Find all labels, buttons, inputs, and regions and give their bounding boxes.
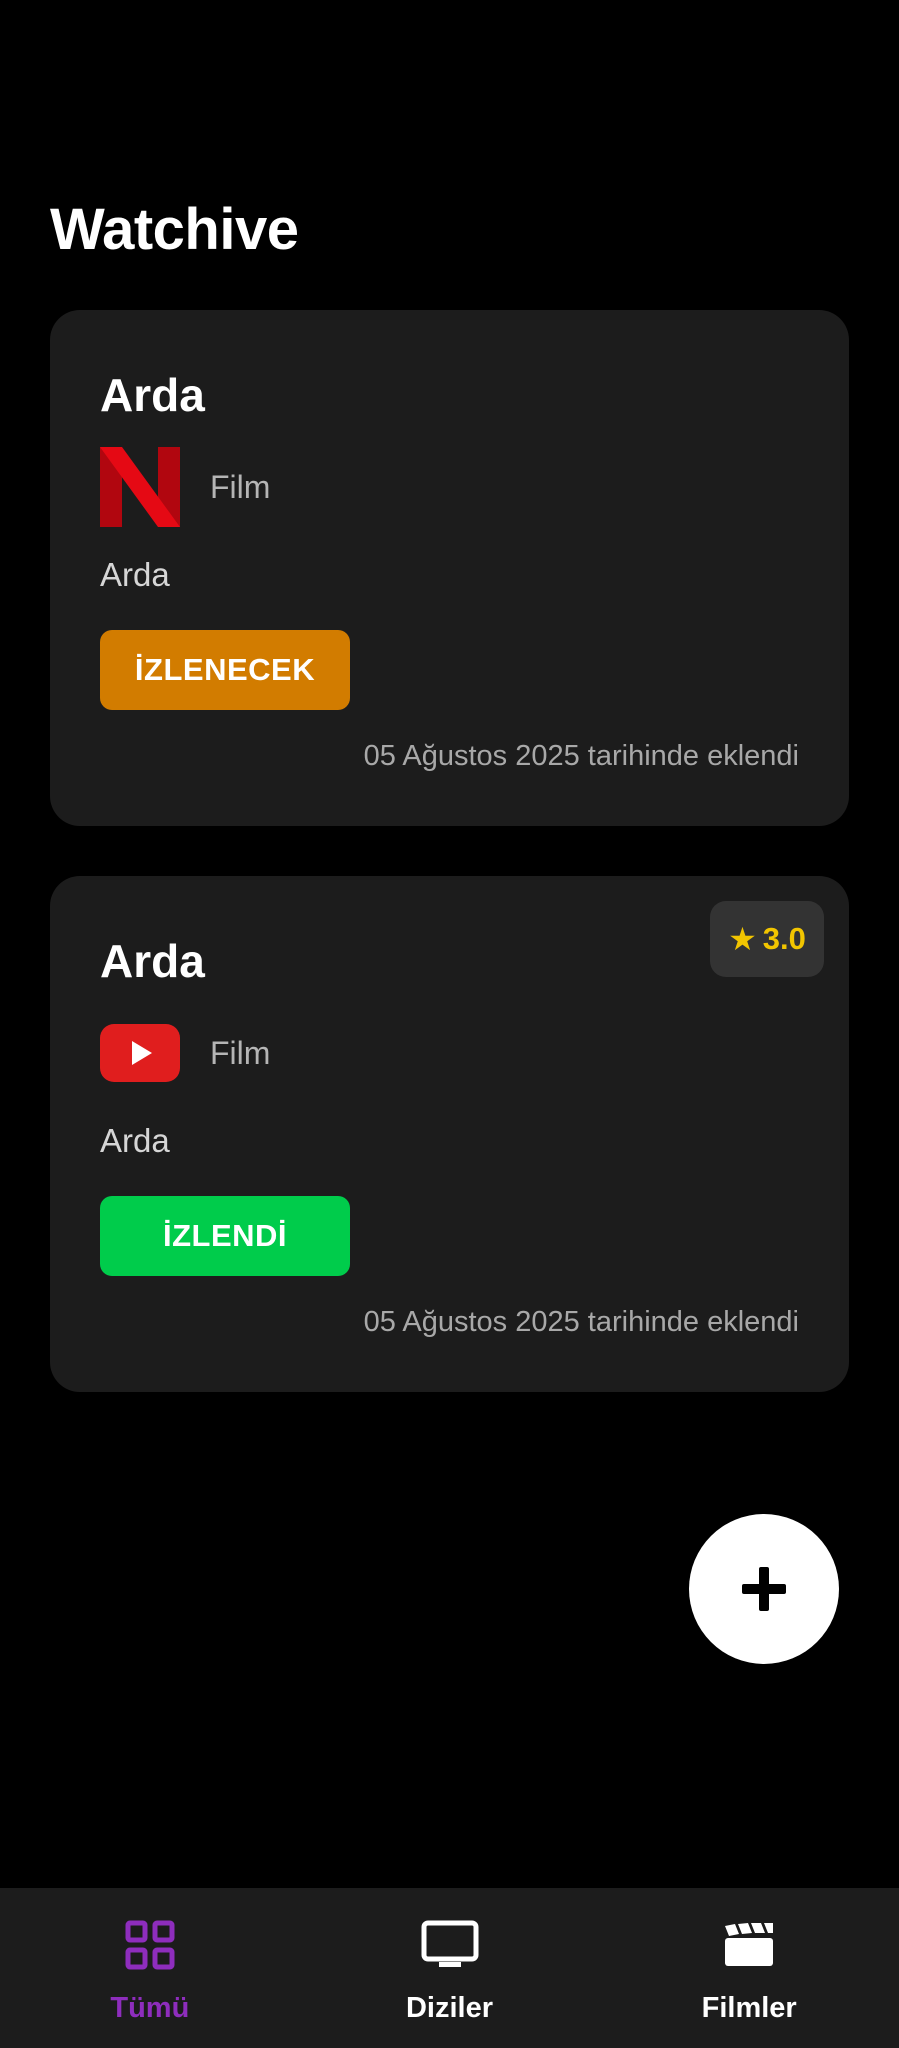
type-label: Film [210, 468, 271, 505]
nav-label: Filmler [701, 1992, 797, 2024]
status-button[interactable]: İZLENDİ [100, 1196, 350, 1276]
platform-row: Film [100, 447, 270, 527]
card-title: Arda [100, 935, 205, 987]
plus-icon [742, 1567, 786, 1611]
youtube-logo-icon [100, 1013, 180, 1093]
tv-icon [421, 1918, 479, 1972]
card-subtitle: Arda [100, 556, 170, 593]
nav-item-series[interactable]: Diziler [300, 1888, 600, 2048]
added-date: 05 Ağustos 2025 tarihinde eklendi [363, 740, 799, 772]
nav-item-all[interactable]: Tümü [0, 1888, 300, 2048]
watch-item-card[interactable]: ★ 3.0 Arda Film Arda İZLENDİ 05 Ağustos … [50, 876, 849, 1392]
app-title: Watchive [50, 197, 299, 262]
bottom-nav: Tümü Diziler Filmler [0, 1888, 899, 2048]
nav-item-movies[interactable]: Filmler [599, 1888, 899, 2048]
netflix-logo-icon [100, 447, 180, 527]
add-button[interactable] [689, 1514, 839, 1664]
type-label: Film [210, 1034, 271, 1071]
rating-value: 3.0 [762, 921, 806, 956]
card-subtitle: Arda [100, 1122, 170, 1159]
nav-label: Tümü [110, 1992, 190, 2024]
rating-badge: ★ 3.0 [710, 901, 824, 977]
added-date: 05 Ağustos 2025 tarihinde eklendi [363, 1306, 799, 1338]
platform-row: Film [100, 1013, 270, 1093]
clapperboard-icon [723, 1918, 775, 1972]
nav-label: Diziler [405, 1992, 494, 2024]
star-icon: ★ [728, 921, 757, 957]
status-button[interactable]: İZLENECEK [100, 630, 350, 710]
watch-item-card[interactable]: Arda Film Arda İZLENECEK 05 Ağustos 2025… [50, 310, 849, 826]
card-title: Arda [100, 369, 205, 421]
grid-icon [125, 1918, 175, 1972]
